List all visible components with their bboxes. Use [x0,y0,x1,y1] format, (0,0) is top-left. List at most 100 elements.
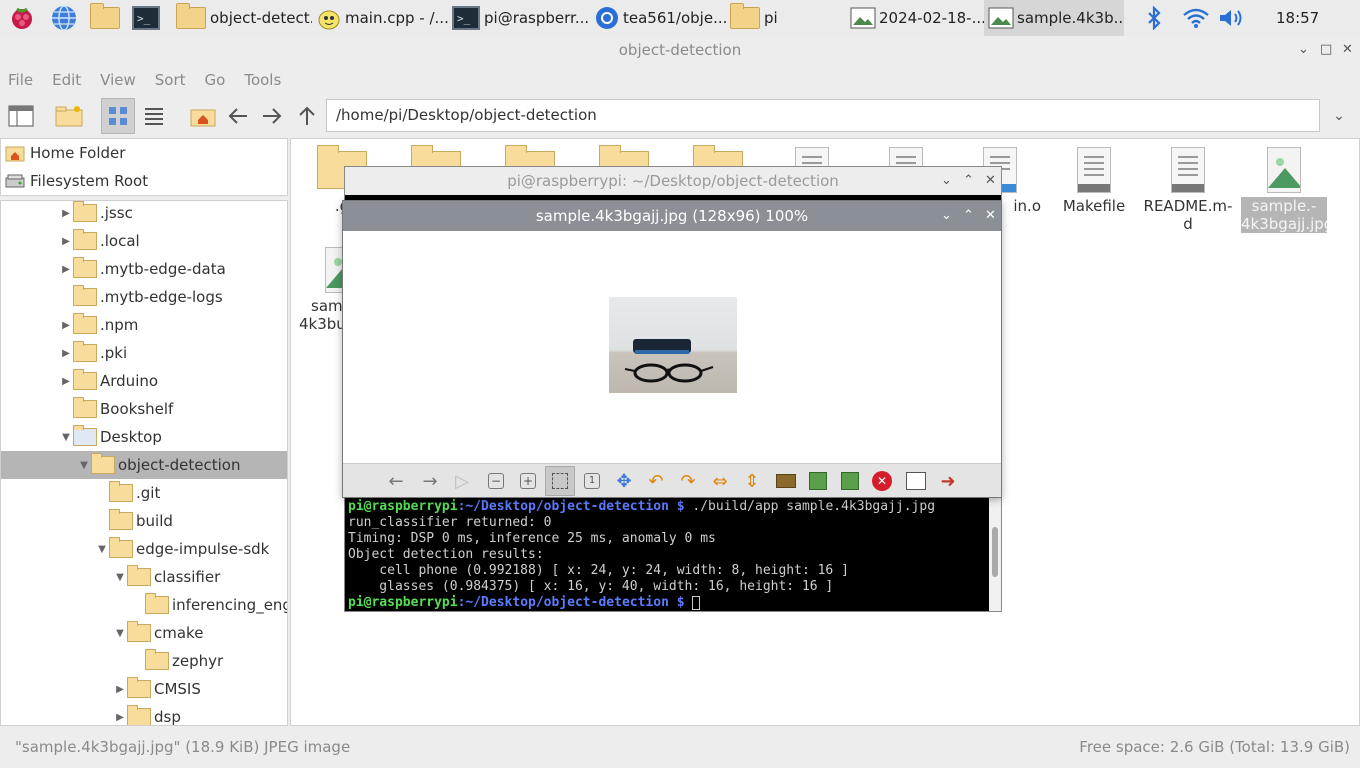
task-main-cpp[interactable]: main.cpp - /... [312,0,448,36]
tree-item[interactable]: ▼ classifier [1,563,287,591]
chevron-right-icon[interactable]: ▶ [59,320,73,331]
zoom-in-button[interactable]: + [513,466,543,496]
terminal-output[interactable]: pi@raspberrypi:~/Desktop/object-detectio… [348,499,988,611]
tree-item[interactable]: ▶ dsp [1,703,287,725]
wifi-icon[interactable] [1178,0,1214,36]
tree-item[interactable]: ▶ .jssc [1,201,287,227]
new-window-button[interactable] [4,98,38,134]
chevron-right-icon[interactable]: ▶ [59,236,73,247]
chevron-right-icon[interactable]: ▶ [59,264,73,275]
arrow-right-icon [263,108,282,124]
close-icon[interactable]: ✕ [1342,36,1353,64]
chevron-down-icon[interactable]: ▼ [113,628,127,639]
maximize-icon[interactable]: □ [1320,36,1332,64]
menu-edit[interactable]: Edit [52,71,81,89]
slideshow-button[interactable]: ▷ [447,466,477,496]
clock[interactable]: 18:57 [1276,9,1319,27]
file-item-readme[interactable]: README.m-d [1141,139,1235,233]
task-sample-image[interactable]: sample.4k3b... [984,0,1124,36]
chevron-right-icon[interactable]: ▶ [113,684,127,695]
tree-item[interactable]: .git [1,479,287,507]
file-item-makefile[interactable]: Makefile [1047,139,1141,215]
forward-button[interactable] [255,98,289,134]
zoom-out-button[interactable]: − [481,466,511,496]
place-filesystem-root[interactable]: Filesystem Root [1,167,287,195]
folder-icon [73,341,97,362]
volume-icon[interactable] [1214,0,1250,36]
rotate-right-button[interactable]: ↷ [673,466,703,496]
save-button[interactable] [803,466,833,496]
place-home-folder[interactable]: Home Folder [1,139,287,167]
open-file-button[interactable] [771,466,801,496]
chevron-right-icon[interactable]: ▶ [113,712,127,723]
new-tab-button[interactable] [52,98,86,134]
bluetooth-icon[interactable] [1136,0,1172,36]
tree-item-selected[interactable]: ▼ object-detection [1,451,287,479]
tree-item[interactable]: zephyr [1,647,287,675]
browser-icon[interactable] [44,0,84,36]
home-button[interactable] [186,98,220,134]
path-dropdown-button[interactable]: ⌄ [1322,98,1356,134]
menu-view[interactable]: View [100,71,136,89]
menu-file[interactable]: File [8,71,33,89]
task-screenshot[interactable]: 2024-02-18-... [846,0,984,36]
chevron-right-icon[interactable]: ▶ [59,376,73,387]
maximize-icon[interactable]: ⌃ [963,201,974,231]
menu-tools[interactable]: Tools [244,71,281,89]
rotate-left-button[interactable]: ↶ [641,466,671,496]
menu-sort[interactable]: Sort [155,71,186,89]
tree-item[interactable]: ▶ .pki [1,339,287,367]
icon-view-button[interactable] [101,98,135,134]
tree-item[interactable]: build [1,507,287,535]
chevron-down-icon[interactable]: ▼ [77,460,91,471]
flip-horizontal-button[interactable]: ⇔ [705,466,735,496]
preferences-button[interactable] [901,466,931,496]
close-icon[interactable]: ✕ [985,167,996,195]
chevron-right-icon[interactable]: ▶ [59,348,73,359]
maximize-icon[interactable]: ⌃ [963,167,974,195]
chevron-down-icon[interactable]: ▼ [113,572,127,583]
task-pi-folder[interactable]: pi [726,0,846,36]
minimize-icon[interactable]: ⌄ [941,201,952,231]
next-button[interactable]: → [415,466,445,496]
raspberry-menu-icon[interactable] [0,0,44,36]
terminal-launcher-icon[interactable]: >_ [126,0,166,36]
chevron-down-icon[interactable]: ▼ [95,544,109,555]
back-button[interactable] [221,98,255,134]
tree-item[interactable]: ▼ Desktop [1,423,287,451]
fit-window-button[interactable] [545,466,575,496]
tree-item[interactable]: ▼ cmake [1,619,287,647]
rotate-right-icon: ↷ [680,470,696,492]
tree-item[interactable]: ▼ edge-impulse-sdk [1,535,287,563]
task-object-detection[interactable]: object-detect... [172,0,312,36]
file-item-sample-jpg-selected[interactable]: sample.- 4k3bgajj.jpg [1237,139,1331,233]
save-as-button[interactable] [835,466,865,496]
chevron-right-icon[interactable]: ▶ [59,208,73,219]
fullscreen-button[interactable]: ✥ [609,466,639,496]
tree-item[interactable]: ▶ .npm [1,311,287,339]
tree-item[interactable]: .mytb-edge-logs [1,283,287,311]
minimize-icon[interactable]: ⌄ [1298,36,1309,64]
terminal-scrollbar[interactable] [989,497,1001,611]
tree-item[interactable]: ▶ CMSIS [1,675,287,703]
tree-item[interactable]: ▶ .mytb-edge-data [1,255,287,283]
task-chromium[interactable]: tea561/obje... [590,0,726,36]
quit-button[interactable]: ➜ [933,466,963,496]
up-button[interactable] [290,98,324,134]
task-terminal[interactable]: >_ pi@raspberr... [448,0,590,36]
list-view-button[interactable] [137,98,171,134]
menu-go[interactable]: Go [205,71,226,89]
chevron-down-icon[interactable]: ▼ [59,432,73,443]
minimize-icon[interactable]: ⌄ [941,167,952,195]
previous-button[interactable]: ← [381,466,411,496]
path-input[interactable]: /home/pi/Desktop/object-detection [326,99,1320,132]
tree-item[interactable]: inferencing_engi [1,591,287,619]
tree-item[interactable]: ▶ Arduino [1,367,287,395]
original-size-button[interactable]: 1 [577,466,607,496]
tree-item[interactable]: ▶ .local [1,227,287,255]
flip-vertical-button[interactable]: ⇕ [737,466,767,496]
file-manager-launcher-icon[interactable] [84,0,126,36]
tree-item[interactable]: Bookshelf [1,395,287,423]
close-icon[interactable]: ✕ [985,201,996,231]
delete-button[interactable]: ✕ [867,466,897,496]
